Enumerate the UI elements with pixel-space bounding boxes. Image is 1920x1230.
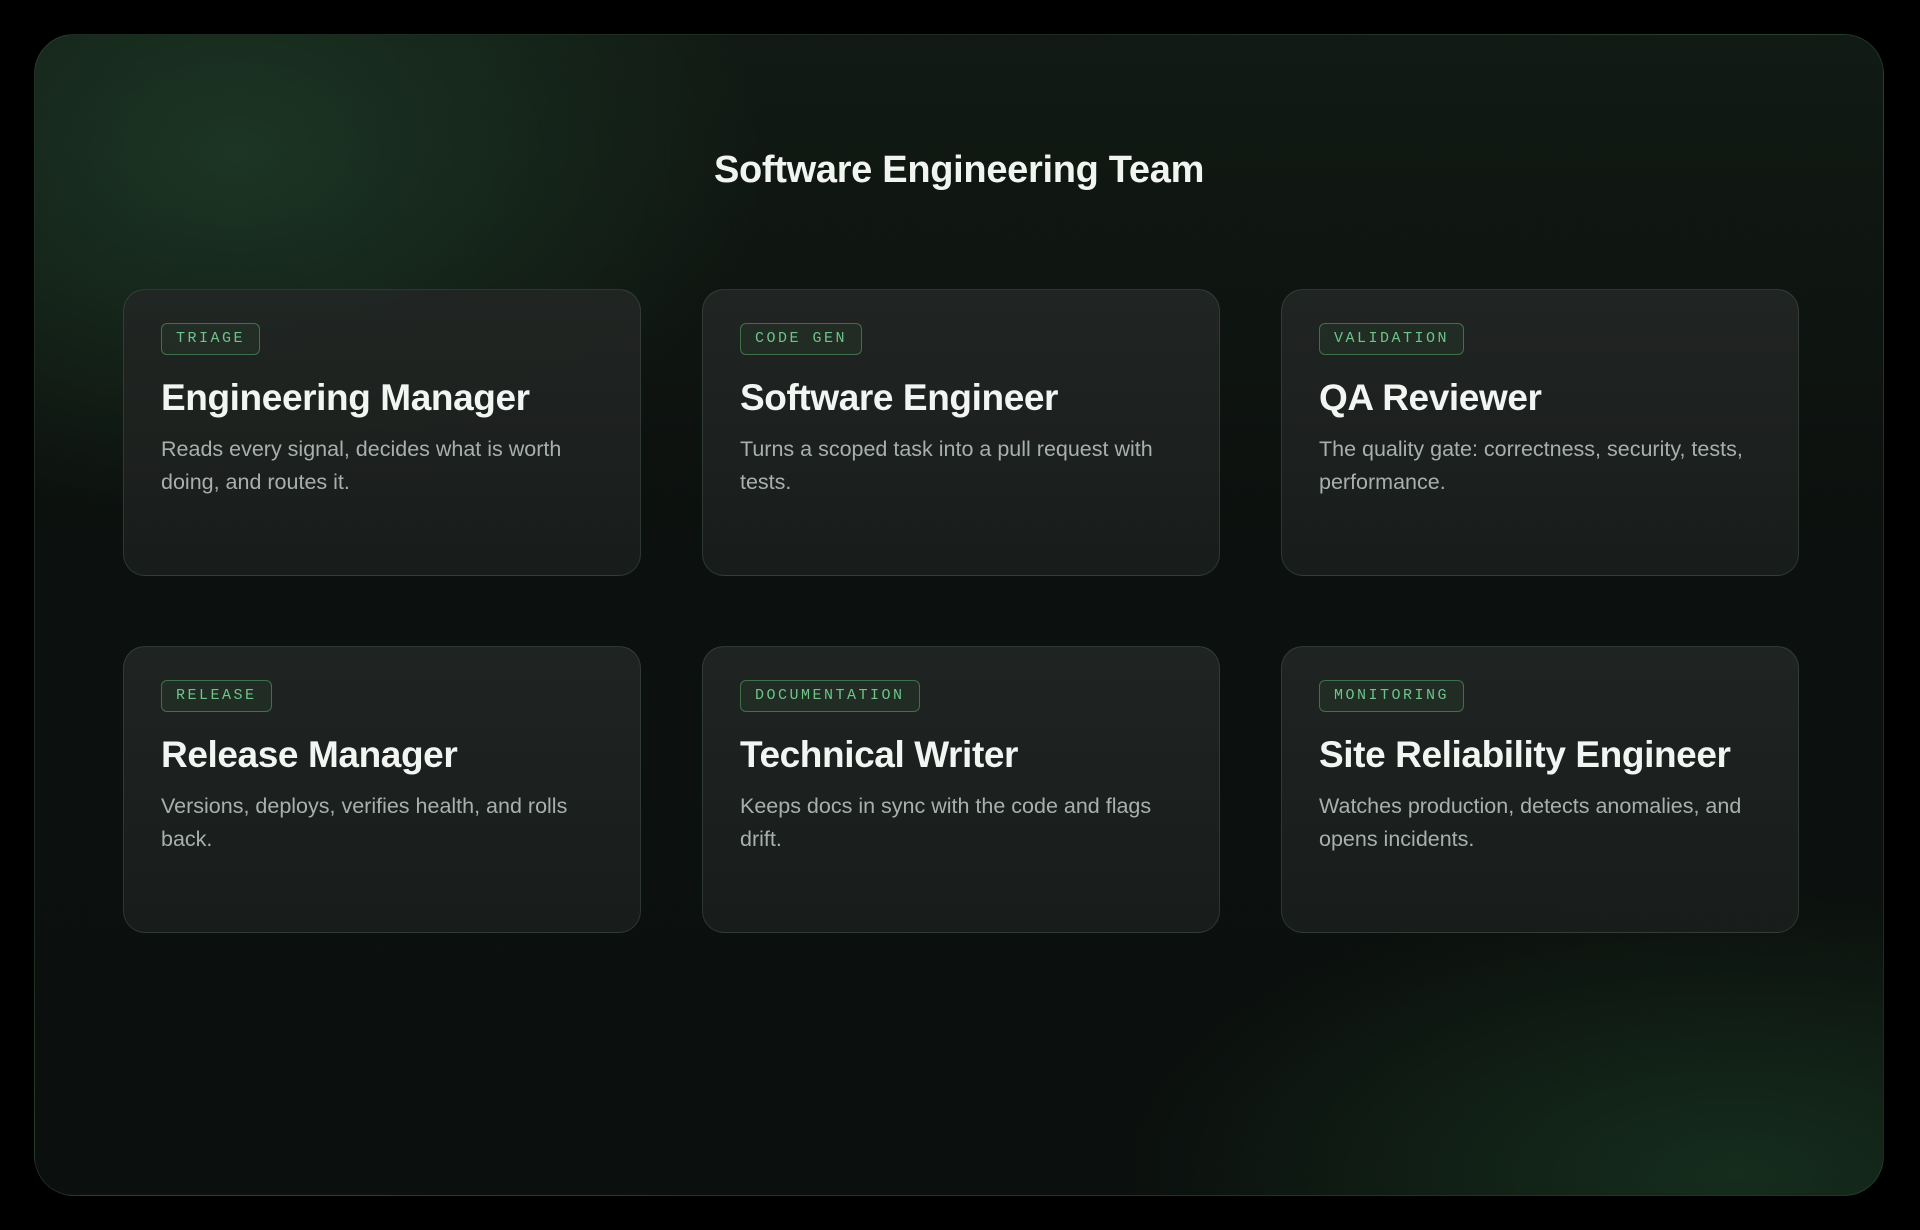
role-title: Release Manager — [161, 734, 458, 775]
role-card-release-manager[interactable]: RELEASE Release Manager Versions, deploy… — [123, 646, 641, 933]
role-description: Keeps docs in sync with the code and fla… — [740, 794, 1152, 851]
role-description: The quality gate: correctness, security,… — [1319, 437, 1743, 494]
page-title: Software Engineering Team — [713, 149, 1205, 191]
role-description: Versions, deploys, verifies health, and … — [161, 794, 568, 851]
role-tag: MONITORING — [1319, 680, 1465, 712]
role-card-technical-writer[interactable]: DOCUMENTATION Technical Writer Keeps doc… — [702, 646, 1220, 933]
role-description: Turns a scoped task into a pull request … — [740, 437, 1153, 494]
role-tag: DOCUMENTATION — [740, 680, 920, 712]
role-card-grid: TRIAGE Engineering Manager Reads every s… — [123, 289, 1799, 933]
role-description: Watches production, detects anomalies, a… — [1319, 794, 1742, 851]
role-card-software-engineer[interactable]: CODE GEN Software Engineer Turns a scope… — [702, 289, 1220, 576]
role-card-engineering-manager[interactable]: TRIAGE Engineering Manager Reads every s… — [123, 289, 641, 576]
role-title: Engineering Manager — [161, 377, 530, 418]
role-title: Software Engineer — [740, 377, 1059, 418]
role-description: Reads every signal, decides what is wort… — [161, 437, 562, 494]
role-tag: RELEASE — [161, 680, 272, 712]
role-title: Site Reliability Engineer — [1319, 734, 1731, 775]
team-panel: Software Engineering Team TRIAGE Enginee… — [34, 34, 1884, 1196]
role-card-site-reliability-engineer[interactable]: MONITORING Site Reliability Engineer Wat… — [1281, 646, 1799, 933]
role-tag: CODE GEN — [740, 323, 863, 355]
role-tag: TRIAGE — [161, 323, 261, 355]
role-card-qa-reviewer[interactable]: VALIDATION QA Reviewer The quality gate:… — [1281, 289, 1799, 576]
role-tag: VALIDATION — [1319, 323, 1465, 355]
role-title: Technical Writer — [740, 734, 1019, 775]
role-title: QA Reviewer — [1319, 377, 1542, 418]
